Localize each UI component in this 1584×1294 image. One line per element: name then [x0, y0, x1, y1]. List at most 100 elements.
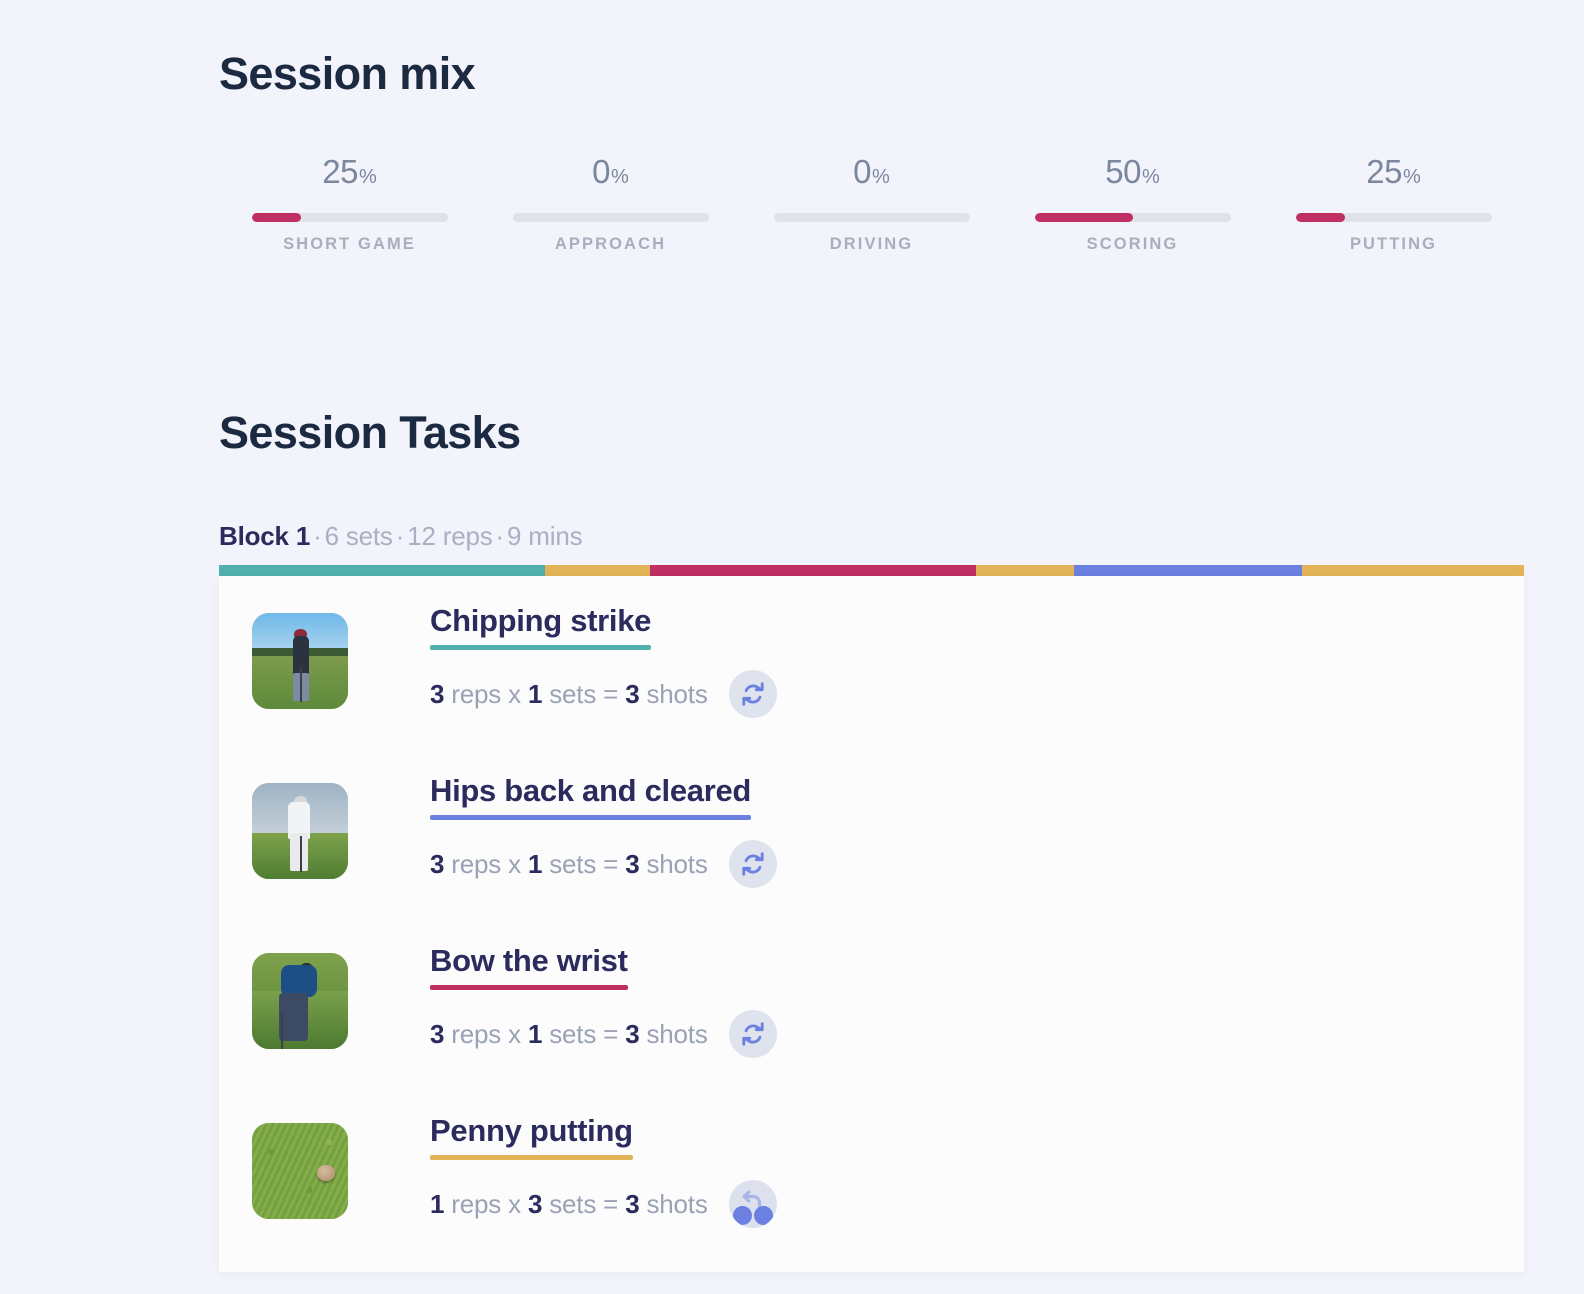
- task-body: Bow the wrist 3 reps x 1 sets = 3 shots: [430, 943, 777, 1059]
- block-meta: Block 1 · 6 sets · 12 reps · 9 mins: [219, 521, 583, 552]
- session-mix-progress-track: [1295, 213, 1492, 222]
- task-sets-count: 1: [527, 1018, 543, 1049]
- block-mins: 9 mins: [507, 521, 583, 551]
- task-sets-word: sets: [549, 678, 597, 709]
- task-row[interactable]: Hips back and cleared 3 reps x 1 sets = 3…: [219, 746, 1524, 916]
- task-category-underline: [430, 645, 652, 651]
- session-mix-bars: 25% SHORT GAME 0% APPROACH 0% DRIVING 50% SCORI…: [219, 155, 1524, 254]
- session-mix-item-scoring: 50% SCORING: [1002, 155, 1263, 254]
- task-title-wrap[interactable]: Penny putting: [430, 1113, 633, 1161]
- loop-icon[interactable]: [728, 840, 777, 889]
- session-mix-percent: 25%: [322, 155, 377, 191]
- task-body: Hips back and cleared 3 reps x 1 sets = 3…: [430, 773, 777, 889]
- task-multiply-symbol: x: [508, 1018, 521, 1049]
- task-reps-count: 3: [430, 1018, 445, 1049]
- task-thumbnail[interactable]: [252, 613, 348, 709]
- stripe-segment-0: [219, 565, 546, 576]
- session-mix-progress-track: [1034, 213, 1231, 222]
- block-name: Block 1: [219, 521, 311, 551]
- session-mix-percent-value: 25: [322, 153, 358, 190]
- task-thumbnail[interactable]: [252, 1123, 348, 1219]
- task-list-card: Chipping strike 3 reps x 1 sets = 3 shots…: [219, 576, 1524, 1272]
- session-mix-progress-fill: [1295, 213, 1345, 222]
- task-shots-word: shots: [646, 1018, 708, 1049]
- task-reps-word: reps: [451, 1018, 502, 1049]
- loop-dot-left: [732, 1206, 752, 1226]
- block-sets: 6 sets: [324, 521, 393, 551]
- task-shots-word: shots: [646, 678, 708, 709]
- session-mix-progress-fill: [1034, 213, 1133, 222]
- task-thumbnail[interactable]: [252, 783, 348, 879]
- section-title-session-tasks: Session Tasks: [219, 407, 521, 458]
- task-sets-count: 1: [527, 848, 543, 879]
- task-equals-symbol: =: [603, 848, 619, 879]
- session-mix-percent: 50%: [1105, 155, 1160, 191]
- task-title[interactable]: Hips back and cleared: [430, 773, 751, 808]
- session-mix-percent-value: 50: [1105, 153, 1141, 190]
- task-title[interactable]: Bow the wrist: [430, 943, 628, 978]
- session-mix-percent-value: 25: [1366, 153, 1402, 190]
- block-category-stripe: [219, 565, 1524, 576]
- task-meta-row: 3 reps x 1 sets = 3 shots: [430, 840, 777, 889]
- task-equals-symbol: =: [603, 1188, 619, 1219]
- task-row[interactable]: Penny putting 1 reps x 3 sets = 3 shots: [219, 1086, 1524, 1256]
- task-meta: 3 reps x 1 sets = 3 shots: [430, 849, 708, 880]
- task-title[interactable]: Penny putting: [430, 1113, 633, 1148]
- session-mix-item-driving: 0% DRIVING: [741, 155, 1002, 254]
- session-mix-percent-value: 0: [853, 153, 872, 190]
- task-multiply-symbol: x: [508, 1188, 521, 1219]
- task-category-underline: [430, 1155, 633, 1161]
- task-row[interactable]: Chipping strike 3 reps x 1 sets = 3 shots: [219, 576, 1524, 746]
- session-mix-label: APPROACH: [554, 235, 667, 253]
- task-reps-word: reps: [451, 678, 502, 709]
- task-meta-row: 3 reps x 1 sets = 3 shots: [430, 1010, 777, 1059]
- task-reps-count: 3: [430, 678, 445, 709]
- block-meta-separator-1: ·: [313, 521, 322, 551]
- task-shots-word: shots: [646, 1188, 708, 1219]
- task-shots-word: shots: [646, 848, 708, 879]
- loop-icon[interactable]: [728, 1010, 777, 1059]
- stripe-segment-4: [1073, 565, 1303, 576]
- session-mix-percent-sign: %: [872, 166, 890, 188]
- session-mix-percent-value: 0: [592, 153, 611, 190]
- session-mix-percent-sign: %: [1141, 166, 1160, 188]
- task-title-wrap[interactable]: Chipping strike: [430, 603, 652, 651]
- session-mix-percent-sign: %: [611, 166, 629, 188]
- session-mix-item-approach: 0% APPROACH: [480, 155, 741, 254]
- session-mix-percent-sign: %: [358, 166, 377, 188]
- session-mix-percent: 25%: [1366, 155, 1421, 191]
- task-body: Chipping strike 3 reps x 1 sets = 3 shots: [430, 603, 777, 719]
- block-meta-separator-2: ·: [395, 521, 405, 551]
- task-title-wrap[interactable]: Bow the wrist: [430, 943, 628, 991]
- session-mix-progress-fill: [251, 213, 301, 222]
- task-shots-count: 3: [625, 678, 640, 709]
- task-reps-count: 3: [430, 848, 445, 879]
- task-title[interactable]: Chipping strike: [430, 603, 651, 638]
- loop-icon[interactable]: [728, 670, 777, 719]
- task-meta-row: 1 reps x 3 sets = 3 shots: [430, 1180, 777, 1229]
- task-row[interactable]: Bow the wrist 3 reps x 1 sets = 3 shots: [219, 916, 1524, 1086]
- task-multiply-symbol: x: [508, 848, 521, 879]
- session-mix-progress-track: [251, 213, 448, 222]
- task-reps-word: reps: [451, 848, 502, 879]
- loop-dot-right: [753, 1206, 773, 1226]
- block-reps: 12 reps: [407, 521, 493, 551]
- task-shots-count: 3: [625, 1188, 640, 1219]
- session-mix-percent-sign: %: [1402, 166, 1421, 188]
- session-mix-label: SHORT GAME: [283, 235, 416, 253]
- task-reps-count: 1: [430, 1188, 445, 1219]
- session-mix-item-putting: 25% PUTTING: [1263, 155, 1524, 254]
- task-meta-row: 3 reps x 1 sets = 3 shots: [430, 670, 777, 719]
- task-shots-count: 3: [625, 848, 640, 879]
- task-meta: 3 reps x 1 sets = 3 shots: [430, 1019, 708, 1050]
- task-sets-count: 3: [527, 1188, 543, 1219]
- task-meta: 3 reps x 1 sets = 3 shots: [430, 679, 708, 710]
- session-mix-progress-track: [512, 213, 709, 222]
- task-thumbnail[interactable]: [252, 953, 348, 1049]
- session-mix-percent: 0%: [853, 155, 890, 191]
- session-mix-label: DRIVING: [829, 235, 914, 253]
- stripe-segment-1: [545, 565, 650, 576]
- task-shots-count: 3: [625, 1018, 640, 1049]
- task-title-wrap[interactable]: Hips back and cleared: [430, 773, 751, 821]
- loop-icon-partial[interactable]: [728, 1180, 777, 1229]
